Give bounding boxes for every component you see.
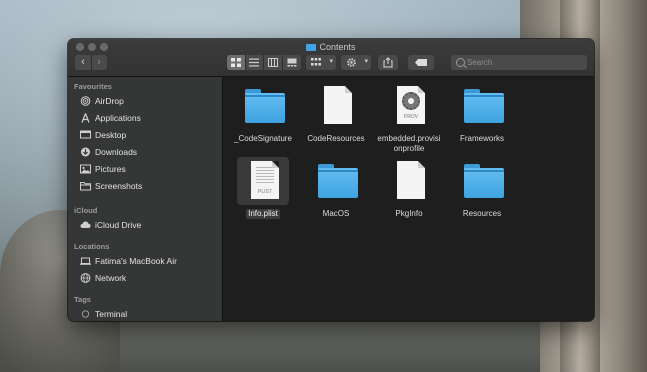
list-view-button[interactable] <box>245 55 264 70</box>
search-icon <box>456 58 465 67</box>
provisioning-profile-icon: PROV <box>391 86 427 126</box>
file-name: Resources <box>462 209 502 218</box>
file-item-selected[interactable]: PLIST Info.plist <box>223 157 303 232</box>
file-name: embedded.provisi onprofile <box>377 134 441 153</box>
tag-icon <box>415 59 427 66</box>
grid-icon <box>231 58 241 67</box>
share-icon <box>383 57 393 68</box>
file-name: Frameworks <box>459 134 504 143</box>
back-button[interactable]: ‹ <box>75 55 92 70</box>
columns-icon <box>268 58 278 67</box>
edit-tags-button[interactable] <box>408 55 434 70</box>
view-mode-switcher <box>227 55 301 70</box>
file-name: MacOS <box>322 209 350 218</box>
icon-view-button[interactable] <box>227 55 246 70</box>
cloud-icon <box>80 221 91 228</box>
downloads-icon <box>81 147 90 157</box>
file-item[interactable]: Resources <box>442 158 522 232</box>
sidebar-item-label: iCloud Drive <box>95 220 142 230</box>
sidebar-item-label: AirDrop <box>95 96 124 106</box>
forward-button[interactable]: › <box>91 55 107 70</box>
sidebar-item-label: Network <box>95 273 127 283</box>
sidebar-item-label: Fatima's MacBook Air <box>95 256 177 266</box>
sidebar-item-label: Desktop <box>95 130 127 140</box>
folder-icon <box>80 182 91 191</box>
group-by-button[interactable]: ▾ <box>306 55 336 70</box>
document-icon <box>391 161 427 201</box>
gallery-icon <box>287 58 297 67</box>
sidebar: Favourites AirDrop Applications Desktop … <box>68 77 223 321</box>
folder-icon <box>464 161 504 201</box>
file-item[interactable]: MacOS <box>296 158 376 232</box>
search-field[interactable] <box>451 55 587 70</box>
text-lines-icon <box>256 167 274 185</box>
title-bar: Contents ‹ › ▾ ▾ Search <box>68 39 594 77</box>
sidebar-section-locations: Locations <box>74 242 110 251</box>
sidebar-item-label: Applications <box>95 113 141 123</box>
file-item[interactable]: PkgInfo <box>369 158 449 232</box>
sidebar-item-label: Pictures <box>95 164 126 174</box>
sidebar-item-desktop[interactable]: Desktop <box>80 128 218 142</box>
file-name: Info.plist <box>246 209 280 219</box>
tag-dot-icon <box>81 310 90 318</box>
folder-icon <box>245 86 285 126</box>
gear-icon <box>402 92 420 110</box>
sidebar-item-applications[interactable]: Applications <box>80 111 218 125</box>
window-title: Contents <box>68 42 594 52</box>
action-menu-button[interactable]: ▾ <box>341 55 371 70</box>
search-input[interactable] <box>467 56 582 69</box>
group-grid-icon <box>311 58 321 66</box>
sidebar-item-label: Terminal <box>95 309 128 319</box>
folder-icon <box>464 86 504 126</box>
column-view-button[interactable] <box>264 55 283 70</box>
file-item[interactable]: _CodeSignature <box>223 83 303 157</box>
chevron-down-icon: ▾ <box>329 58 333 65</box>
sidebar-item-label: Screenshots <box>95 181 143 191</box>
sidebar-item-macbook[interactable]: Fatima's MacBook Air <box>80 254 218 268</box>
folder-icon <box>306 44 317 51</box>
file-item[interactable]: CodeResources <box>296 83 376 157</box>
sidebar-section-favourites: Favourites <box>74 82 112 91</box>
file-name: _CodeSignature <box>234 134 292 143</box>
plist-file-icon: PLIST <box>245 161 281 201</box>
airdrop-icon <box>80 96 91 106</box>
sidebar-item-network[interactable]: Network <box>80 271 218 285</box>
sidebar-item-pictures[interactable]: Pictures <box>80 162 218 176</box>
file-item[interactable]: PROV embedded.provisi onprofile <box>369 83 449 157</box>
laptop-icon <box>80 257 91 265</box>
sidebar-item-label: Downloads <box>95 147 138 157</box>
sidebar-item-downloads[interactable]: Downloads <box>80 145 218 159</box>
sidebar-item-airdrop[interactable]: AirDrop <box>80 94 218 108</box>
folder-icon <box>318 161 358 201</box>
file-browser: _CodeSignature CodeResources PROV embedd… <box>223 77 594 321</box>
finder-window: Contents ‹ › ▾ ▾ Search Favourites AirDr… <box>68 39 594 321</box>
gallery-view-button[interactable] <box>283 55 301 70</box>
file-name: CodeResources <box>307 134 365 143</box>
sidebar-section-icloud: iCloud <box>74 206 98 215</box>
list-icon <box>249 58 259 67</box>
document-icon <box>318 86 354 126</box>
sidebar-item-tag-terminal[interactable]: Terminal <box>80 307 218 321</box>
sidebar-section-tags: Tags <box>74 295 91 304</box>
chevron-down-icon: ▾ <box>364 58 368 65</box>
file-name: PkgInfo <box>395 209 423 218</box>
applications-icon <box>81 113 90 123</box>
sidebar-item-icloud-drive[interactable]: iCloud Drive <box>80 218 218 232</box>
gear-icon <box>347 58 356 67</box>
network-icon <box>80 273 91 283</box>
sidebar-item-screenshots[interactable]: Screenshots <box>80 179 218 193</box>
pictures-icon <box>80 164 91 174</box>
desktop-icon <box>80 130 91 139</box>
navigation-buttons: ‹ › <box>75 55 107 70</box>
file-item[interactable]: Frameworks <box>442 83 522 157</box>
share-button[interactable] <box>378 55 398 70</box>
